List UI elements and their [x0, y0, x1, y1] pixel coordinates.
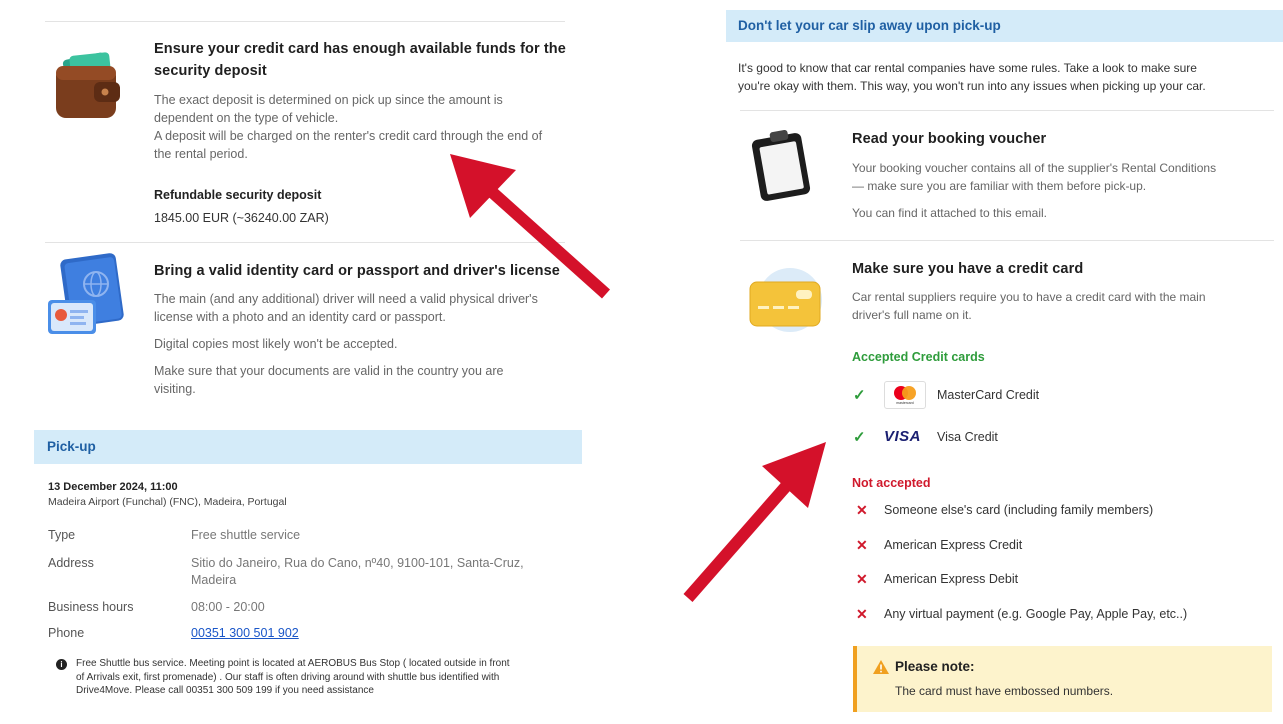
red-arrow-up-left: [440, 140, 620, 310]
card-title: Make sure you have a credit card: [852, 261, 1084, 277]
rules-intro: It's good to know that car rental compan…: [738, 59, 1278, 95]
pickup-header: Pick-up: [34, 430, 582, 464]
address-label: Address: [48, 556, 94, 570]
type-value: Free shuttle service: [191, 528, 301, 542]
deposit-title-line2: security deposit: [154, 63, 267, 79]
not-accepted-item: American Express Credit: [884, 538, 1023, 552]
voucher-text-2: — make sure you are familiar with them b…: [852, 179, 1147, 193]
accepted-mastercard: MasterCard Credit: [937, 388, 1040, 402]
card-text-2: driver's full name on it.: [852, 308, 972, 322]
note-box: Please note: The card must have embossed…: [853, 646, 1272, 712]
voucher-text-3: You can find it attached to this email.: [852, 206, 1048, 220]
identity-text-4: Make sure that your documents are valid …: [154, 364, 504, 378]
deposit-title-line1: Ensure your credit card has enough avail…: [154, 41, 566, 57]
deposit-value: 1845.00 EUR (~36240.00 ZAR): [154, 211, 329, 225]
rules-header: Don't let your car slip away upon pick-u…: [726, 10, 1283, 42]
voucher-title: Read your booking voucher: [852, 131, 1047, 147]
accepted-cards-label: Accepted Credit cards: [852, 350, 985, 364]
address-value: Sitio do Janeiro, Rua do Cano, nº40, 910…: [191, 555, 571, 589]
info-line-3: Drive4Move. Please call 00351 300 509 19…: [76, 685, 374, 696]
pickup-datetime: 13 December 2024, 11:00: [48, 481, 178, 493]
identity-text-2: license with a photo and an identity car…: [154, 310, 446, 324]
passport-icon: [46, 252, 126, 338]
card-description: Car rental suppliers require you to have…: [852, 288, 1272, 324]
hours-value: 08:00 - 20:00: [191, 600, 265, 614]
card-text-1: Car rental suppliers require you to have…: [852, 290, 1206, 304]
check-icon: ✓: [853, 387, 866, 404]
note-title: Please note:: [895, 659, 975, 674]
voucher-text-1: Your booking voucher contains all of the…: [852, 161, 1217, 175]
visa-logo: VISA: [884, 428, 922, 445]
address-line-2: Madeira: [191, 573, 237, 587]
cross-icon: ✕: [856, 537, 868, 553]
not-accepted-item: Someone else's card (including family me…: [884, 503, 1154, 517]
pickup-info-text: Free Shuttle bus service. Meeting point …: [76, 657, 586, 698]
cross-icon: ✕: [856, 502, 868, 518]
deposit-title: Ensure your credit card has enough avail…: [154, 40, 574, 81]
warning-icon: [873, 660, 889, 674]
info-icon: i: [56, 659, 67, 670]
accepted-visa: Visa Credit: [937, 430, 998, 444]
identity-text-5: visiting.: [154, 382, 196, 396]
voucher-description: Your booking voucher contains all of the…: [852, 159, 1272, 222]
not-accepted-item: American Express Debit: [884, 572, 1019, 586]
top-divider-left: [45, 21, 565, 22]
cross-icon: ✕: [856, 571, 868, 587]
intro-line-1: It's good to know that car rental compan…: [738, 61, 1197, 75]
deposit-label: Refundable security deposit: [154, 188, 322, 202]
red-arrow-up-right: [676, 430, 841, 610]
check-icon: ✓: [853, 429, 866, 446]
intro-line-2: you're okay with them. This way, you won…: [738, 79, 1206, 93]
deposit-text-1: The exact deposit is determined on pick …: [154, 93, 503, 107]
phone-link[interactable]: 00351 300 501 902: [191, 625, 299, 642]
info-line-1: Free Shuttle bus service. Meeting point …: [76, 658, 510, 669]
deposit-text-2: dependent on the type of vehicle.: [154, 111, 339, 125]
mastercard-logo-text: mastercard: [896, 401, 914, 405]
note-text: The card must have embossed numbers.: [895, 684, 1114, 698]
cross-icon: ✕: [856, 606, 868, 622]
card-divider: [740, 240, 1274, 241]
not-accepted-item: Any virtual payment (e.g. Google Pay, Ap…: [884, 607, 1188, 621]
address-line-1: Sitio do Janeiro, Rua do Cano, nº40, 910…: [191, 556, 524, 570]
hours-label: Business hours: [48, 600, 134, 614]
pickup-location: Madeira Airport (Funchal) (FNC), Madeira…: [48, 496, 287, 508]
voucher-divider: [740, 110, 1274, 111]
mastercard-logo: mastercard: [884, 381, 926, 409]
identity-text-3: Digital copies most likely won't be acce…: [154, 337, 398, 351]
wallet-icon: [50, 52, 122, 122]
credit-card-icon: [744, 266, 830, 336]
phone-label: Phone: [48, 626, 85, 640]
clipboard-icon: [748, 128, 818, 202]
info-line-2: of Arrivals exit, first promenade) . Our…: [76, 671, 500, 683]
type-label: Type: [48, 528, 76, 542]
not-accepted-label: Not accepted: [852, 476, 931, 490]
